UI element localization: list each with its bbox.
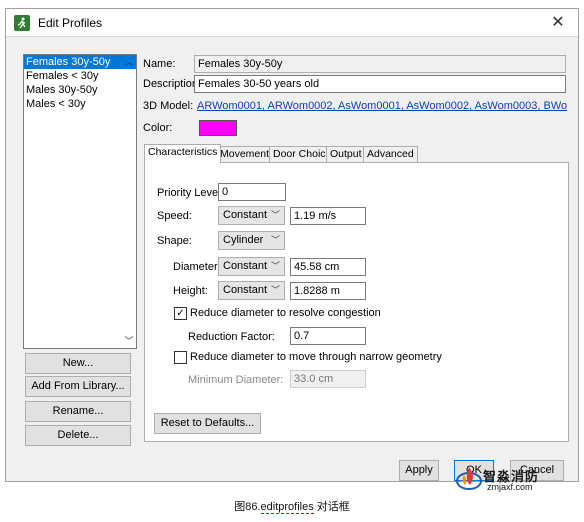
tab-advanced[interactable]: Advanced: [363, 146, 418, 162]
speed-input[interactable]: 1.19 m/s: [290, 207, 366, 225]
speed-label: Speed:: [157, 210, 192, 222]
minimum-diameter-input: 33.0 cm: [290, 370, 366, 388]
chevron-down-icon: ﹀: [270, 210, 280, 220]
profile-list-item[interactable]: Females < 30y: [24, 69, 136, 83]
name-field[interactable]: Females 30y-50y: [194, 55, 566, 73]
profile-list-item[interactable]: Males < 30y: [24, 97, 136, 111]
diameter-input[interactable]: 45.58 cm: [290, 258, 366, 276]
characteristics-panel: Priority Level: 0 Speed: Constant ﹀ 1.19 …: [144, 162, 569, 442]
chevron-down-icon: ﹀: [270, 285, 280, 295]
profile-list[interactable]: Females 30y-50y Females < 30y Males 30y-…: [23, 54, 137, 349]
model-label: 3D Model:: [143, 100, 194, 112]
edit-profiles-dialog: Edit Profiles ✕ Females 30y-50y Females …: [5, 8, 579, 482]
reduction-factor-input[interactable]: 0.7: [290, 327, 366, 345]
scroll-up-icon[interactable]: ︿: [123, 56, 135, 68]
diameter-mode-value: Constant: [223, 260, 268, 272]
reduce-narrow-checkbox[interactable]: [174, 351, 187, 364]
model-link[interactable]: ARWom0001, ARWom0002, AsWom0001, AsWom00…: [197, 100, 567, 112]
chevron-down-icon: ﹀: [270, 235, 280, 245]
delete-profile-button[interactable]: Delete...: [25, 425, 131, 446]
priority-level-label: Priority Level:: [157, 187, 224, 199]
watermark-url: zmjaxf.com: [487, 482, 533, 492]
speed-mode-select[interactable]: Constant ﹀: [218, 206, 285, 225]
description-field[interactable]: Females 30-50 years old: [194, 75, 566, 93]
height-mode-select[interactable]: Constant ﹀: [218, 281, 285, 300]
description-label: Description:: [143, 78, 202, 90]
diameter-mode-select[interactable]: Constant ﹀: [218, 257, 285, 276]
scroll-down-icon[interactable]: ﹀: [123, 335, 135, 347]
minimum-diameter-label: Minimum Diameter:: [188, 374, 284, 386]
title-bar: Edit Profiles ✕: [6, 9, 578, 37]
speed-mode-value: Constant: [223, 209, 268, 221]
color-swatch[interactable]: [199, 120, 237, 136]
height-input[interactable]: 1.8288 m: [290, 282, 366, 300]
reduce-narrow-label: Reduce diameter to move through narrow g…: [190, 351, 442, 363]
app-running-man-icon: [14, 15, 30, 31]
window-title: Edit Profiles: [38, 16, 103, 30]
priority-level-input[interactable]: 0: [218, 183, 286, 201]
reduce-congestion-checkbox[interactable]: ✓: [174, 307, 187, 320]
figure-caption: 图86.editprofiles 对话框: [0, 498, 584, 514]
shape-select[interactable]: Cylinder ﹀: [218, 231, 285, 250]
new-profile-button[interactable]: New...: [25, 353, 131, 374]
height-label: Height:: [173, 285, 208, 297]
close-icon[interactable]: ✕: [548, 13, 568, 33]
caption-suffix: 对话框: [313, 501, 350, 513]
caption-prefix: 图86.: [234, 501, 261, 513]
reduction-factor-label: Reduction Factor:: [188, 331, 275, 343]
diameter-label: Diameter:: [173, 261, 221, 273]
add-from-library-button[interactable]: Add From Library...: [25, 376, 131, 397]
profile-list-item[interactable]: Females 30y-50y: [24, 55, 136, 69]
chevron-down-icon: ﹀: [270, 261, 280, 271]
shape-value: Cylinder: [223, 234, 264, 246]
profile-list-item[interactable]: Males 30y-50y: [24, 83, 136, 97]
reduce-congestion-label: Reduce diameter to resolve congestion: [190, 307, 381, 319]
tab-output[interactable]: Output: [326, 146, 366, 162]
watermark: 智淼消防 zmjaxf.com: [455, 463, 570, 495]
shape-label: Shape:: [157, 235, 192, 247]
height-mode-value: Constant: [223, 284, 268, 296]
name-label: Name:: [143, 58, 176, 70]
tab-characteristics[interactable]: Characteristics: [144, 144, 222, 163]
caption-filename: editprofiles: [260, 501, 314, 514]
reset-to-defaults-button[interactable]: Reset to Defaults...: [154, 413, 261, 434]
tab-movement[interactable]: Movement: [216, 146, 274, 162]
apply-button[interactable]: Apply: [399, 460, 439, 481]
flame-logo-icon: [456, 467, 482, 490]
rename-profile-button[interactable]: Rename...: [25, 401, 131, 422]
color-label: Color:: [143, 122, 173, 134]
